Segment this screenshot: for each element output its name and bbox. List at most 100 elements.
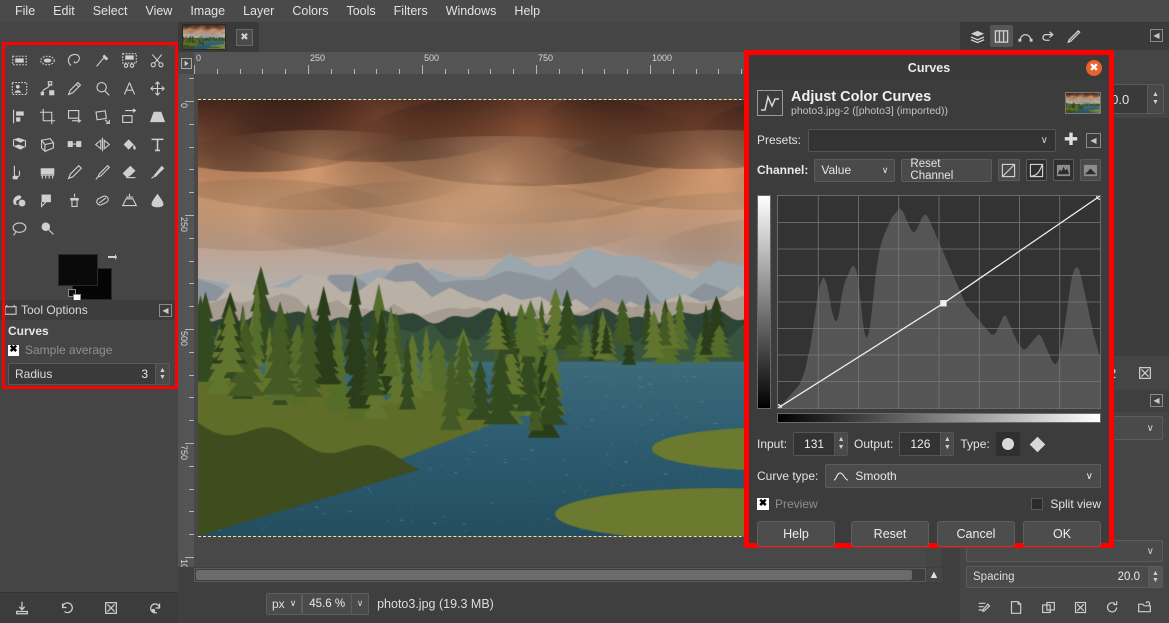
linear-histogram-icon[interactable] <box>1053 159 1074 181</box>
reset-tool-options-icon[interactable] <box>148 600 164 616</box>
menu-item-file[interactable]: File <box>6 2 44 20</box>
ruler-menu-icon[interactable] <box>178 52 194 74</box>
tool-measure[interactable] <box>116 74 144 102</box>
menu-item-image[interactable]: Image <box>181 2 234 20</box>
preset-menu-icon[interactable]: ◀ <box>1086 133 1101 148</box>
tool-select-by-color[interactable] <box>116 46 144 74</box>
tool-clone[interactable] <box>61 186 89 214</box>
cancel-button[interactable]: Cancel <box>937 521 1015 547</box>
tool-rect-select[interactable] <box>6 46 34 74</box>
tool-text[interactable] <box>144 130 172 158</box>
menu-item-windows[interactable]: Windows <box>437 2 506 20</box>
refresh-brushes-icon[interactable] <box>1105 600 1120 615</box>
tool-scale[interactable] <box>89 102 117 130</box>
sample-average-checkbox[interactable]: ✖ <box>8 345 19 356</box>
linear-curve-icon[interactable] <box>998 159 1019 181</box>
tool-crop[interactable] <box>34 102 62 130</box>
layer-opacity-stepper[interactable]: ▲▼ <box>1147 85 1163 113</box>
add-preset-icon[interactable]: ✚ <box>1063 130 1079 150</box>
tool-handle-transform[interactable] <box>61 130 89 158</box>
tool-pattern-fill[interactable] <box>34 158 62 186</box>
tool-ink[interactable] <box>6 186 34 214</box>
logarithmic-histogram-icon[interactable] <box>1080 159 1101 181</box>
tool-transform-3d[interactable] <box>6 130 34 158</box>
tool-options-dock-menu-icon[interactable]: ◀ <box>159 304 172 317</box>
sample-average-row[interactable]: ✖ Sample average <box>8 343 170 357</box>
tool-bucket-fill[interactable] <box>116 130 144 158</box>
smooth-point-icon[interactable] <box>996 432 1020 456</box>
delete-tool-preset-icon[interactable] <box>103 600 119 616</box>
menu-item-help[interactable]: Help <box>505 2 549 20</box>
tool-unified-transform[interactable] <box>34 130 62 158</box>
curves-plot[interactable] <box>777 195 1101 409</box>
tool-paths[interactable] <box>34 74 62 102</box>
restore-tool-preset-icon[interactable] <box>59 600 75 616</box>
menu-item-edit[interactable]: Edit <box>44 2 84 20</box>
dock-tab-paths[interactable] <box>1014 25 1037 47</box>
edit-brush-icon[interactable] <box>977 600 992 615</box>
tool-heal[interactable] <box>89 186 117 214</box>
tool-mypaint-brush[interactable] <box>34 186 62 214</box>
radius-stepper[interactable]: ▲▼ <box>155 364 169 384</box>
open-brush-folder-icon[interactable] <box>1137 600 1152 615</box>
channel-combo[interactable]: Value ∨ <box>814 159 895 182</box>
horizontal-scrollbar-thumb[interactable] <box>196 570 912 580</box>
dock-menu-icon[interactable]: ◀ <box>1150 29 1163 42</box>
ok-button[interactable]: OK <box>1023 521 1101 547</box>
tool-perspective-clone[interactable] <box>116 186 144 214</box>
spacing-stepper[interactable]: ▲▼ <box>1148 567 1162 587</box>
tool-blur-sharpen[interactable] <box>144 186 172 214</box>
save-tool-preset-icon[interactable] <box>14 600 30 616</box>
tool-zoom[interactable] <box>89 74 117 102</box>
tool-move[interactable] <box>144 74 172 102</box>
curve-type-combo[interactable]: Smooth ∨ <box>825 464 1101 488</box>
menu-item-view[interactable]: View <box>136 2 181 20</box>
tool-perspective[interactable] <box>144 102 172 130</box>
unit-selector[interactable]: px ∨ <box>266 593 302 615</box>
menu-item-tools[interactable]: Tools <box>337 2 384 20</box>
zoom-caret-icon[interactable]: ∨ <box>351 593 369 615</box>
navigate-icon[interactable]: ▲ <box>926 568 942 582</box>
image-tab-close-button[interactable]: ✖ <box>236 29 253 46</box>
tool-paintbrush[interactable] <box>89 158 117 186</box>
menu-item-layer[interactable]: Layer <box>234 2 283 20</box>
tool-shear[interactable] <box>116 102 144 130</box>
presets-combo[interactable]: ∨ <box>808 129 1056 152</box>
delete-layer-icon[interactable] <box>1137 365 1153 381</box>
tool-gradient[interactable] <box>6 158 34 186</box>
nonlinear-curve-icon[interactable] <box>1026 159 1047 181</box>
foreground-color-swatch[interactable] <box>58 254 98 286</box>
duplicate-brush-icon[interactable] <box>1041 600 1056 615</box>
dock-tab-brushes[interactable] <box>1062 25 1085 47</box>
tool-rotate[interactable] <box>61 102 89 130</box>
image-tab-thumbnail[interactable] <box>182 24 226 50</box>
output-spinner[interactable]: 126 ▲▼ <box>899 432 954 456</box>
new-brush-icon[interactable] <box>1009 600 1024 615</box>
corner-point-icon[interactable] <box>1026 432 1050 456</box>
dock-tab-layers[interactable] <box>966 25 989 47</box>
tool-eraser[interactable] <box>116 158 144 186</box>
brush-dock-menu-icon[interactable]: ◀ <box>1150 394 1163 407</box>
radius-spinner[interactable]: Radius 3 ▲▼ <box>8 363 170 385</box>
dock-tab-undo-history[interactable] <box>1038 25 1061 47</box>
input-stepper[interactable]: ▲▼ <box>834 433 847 455</box>
tool-airbrush[interactable] <box>144 158 172 186</box>
tool-dodge-burn[interactable] <box>34 214 62 242</box>
tool-free-select[interactable] <box>61 46 89 74</box>
close-icon[interactable]: ✖ <box>1086 60 1102 76</box>
help-button[interactable]: Help <box>757 521 835 547</box>
menu-item-filters[interactable]: Filters <box>385 2 437 20</box>
reset-button[interactable]: Reset <box>851 521 929 547</box>
swap-colors-icon[interactable] <box>106 252 118 264</box>
tool-ellipse-select[interactable] <box>34 46 62 74</box>
tool-align[interactable] <box>6 102 34 130</box>
delete-brush-icon[interactable] <box>1073 600 1088 615</box>
tool-smudge[interactable] <box>6 214 34 242</box>
tool-fuzzy-select[interactable] <box>89 46 117 74</box>
tool-scissors-select[interactable] <box>144 46 172 74</box>
brush-spacing-spinner[interactable]: Spacing 20.0 ▲▼ <box>966 566 1163 588</box>
split-view-checkbox[interactable] <box>1031 498 1043 510</box>
tool-color-picker[interactable] <box>61 74 89 102</box>
foreground-background-colors[interactable] <box>58 254 116 300</box>
reset-channel-button[interactable]: Reset Channel <box>901 159 992 182</box>
